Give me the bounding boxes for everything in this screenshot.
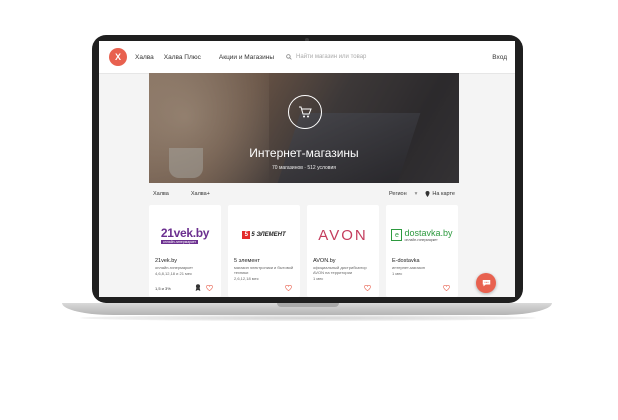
- store-term: 1 мес: [313, 276, 324, 281]
- store-logo: AVON: [318, 226, 368, 244]
- search-input[interactable]: Найти магазин или товар: [286, 54, 366, 60]
- nav-halva-plus[interactable]: Халва Плюс: [164, 54, 201, 61]
- filter-bar: Халва Халва+ Регион ▾ На карте: [149, 187, 459, 201]
- heart-icon[interactable]: [364, 285, 371, 291]
- halva-logo[interactable]: Х: [109, 48, 127, 66]
- store-name: E-dostavka: [392, 258, 420, 264]
- map-label: На карте: [432, 191, 455, 197]
- heart-icon[interactable]: [443, 285, 450, 291]
- search-placeholder: Найти магазин или товар: [296, 54, 367, 60]
- store-term: 2,6,12,18 мес: [234, 276, 259, 281]
- top-nav: Х Халва Халва Плюс Акции и Магазины Найт…: [99, 41, 515, 74]
- map-link[interactable]: На карте: [425, 191, 455, 197]
- store-name: 21vek.by: [155, 258, 178, 264]
- store-limit: 1,5 и 3%: [155, 286, 171, 291]
- heart-icon[interactable]: [285, 285, 292, 291]
- store-term: 4,6,8,12,18 и 21 мес: [155, 271, 193, 276]
- filter-halva[interactable]: Халва: [153, 191, 169, 197]
- login-link[interactable]: Вход: [492, 54, 507, 61]
- store-desc: официальный дистрибьютор AVON на террито…: [313, 265, 367, 275]
- hero-banner: Интернет-магазины 70 магазинов · 512 усл…: [149, 73, 459, 183]
- store-term: 1 мес: [392, 271, 403, 276]
- cart-icon: [288, 95, 322, 129]
- store-card-edostavka[interactable]: e dostavka.by онлайн-гипермаркет E-dosta…: [386, 205, 458, 297]
- store-logo: e dostavka.by онлайн-гипермаркет: [386, 217, 458, 253]
- laptop-shadow: [80, 315, 536, 321]
- filter-halva-plus[interactable]: Халва+: [191, 191, 210, 197]
- store-logo: 5 5 ЭЛЕМЕНТ: [228, 217, 300, 253]
- nav-halva[interactable]: Халва: [135, 54, 154, 61]
- pin-icon: [425, 191, 430, 197]
- store-card-avon[interactable]: AVON AVON.by официальный дистрибьютор AV…: [307, 205, 379, 297]
- store-card-21vek[interactable]: 21vek.by онлайн-гипермаркет 21vek.by онл…: [149, 205, 221, 297]
- heart-icon[interactable]: [206, 285, 213, 291]
- chevron-down-icon: ▾: [414, 191, 418, 197]
- store-desc: онлайн-гипермаркет: [155, 265, 193, 270]
- store-desc: магазин электроники и бытовой техники: [234, 265, 294, 275]
- screen: Х Халва Халва Плюс Акции и Магазины Найт…: [99, 41, 515, 297]
- region-select[interactable]: Регион: [389, 191, 407, 197]
- page-title: Интернет-магазины: [249, 146, 359, 160]
- chat-icon: [482, 280, 490, 287]
- badge-icon: [195, 284, 201, 291]
- store-name: AVON.by: [313, 258, 336, 264]
- store-desc: интернет-магазин: [392, 265, 425, 270]
- store-logo: 21vek.by онлайн-гипермаркет: [160, 226, 210, 244]
- hero-subtitle: 70 магазинов · 512 условия: [272, 165, 336, 171]
- chat-button[interactable]: [476, 273, 496, 293]
- store-name: 5 элемент: [234, 258, 260, 264]
- store-card-5element[interactable]: 5 5 ЭЛЕМЕНТ 5 элемент магазин электроник…: [228, 205, 300, 297]
- nav-promos-stores[interactable]: Акции и Магазины: [219, 54, 274, 61]
- search-icon: [286, 54, 292, 60]
- laptop-notch: [277, 303, 339, 307]
